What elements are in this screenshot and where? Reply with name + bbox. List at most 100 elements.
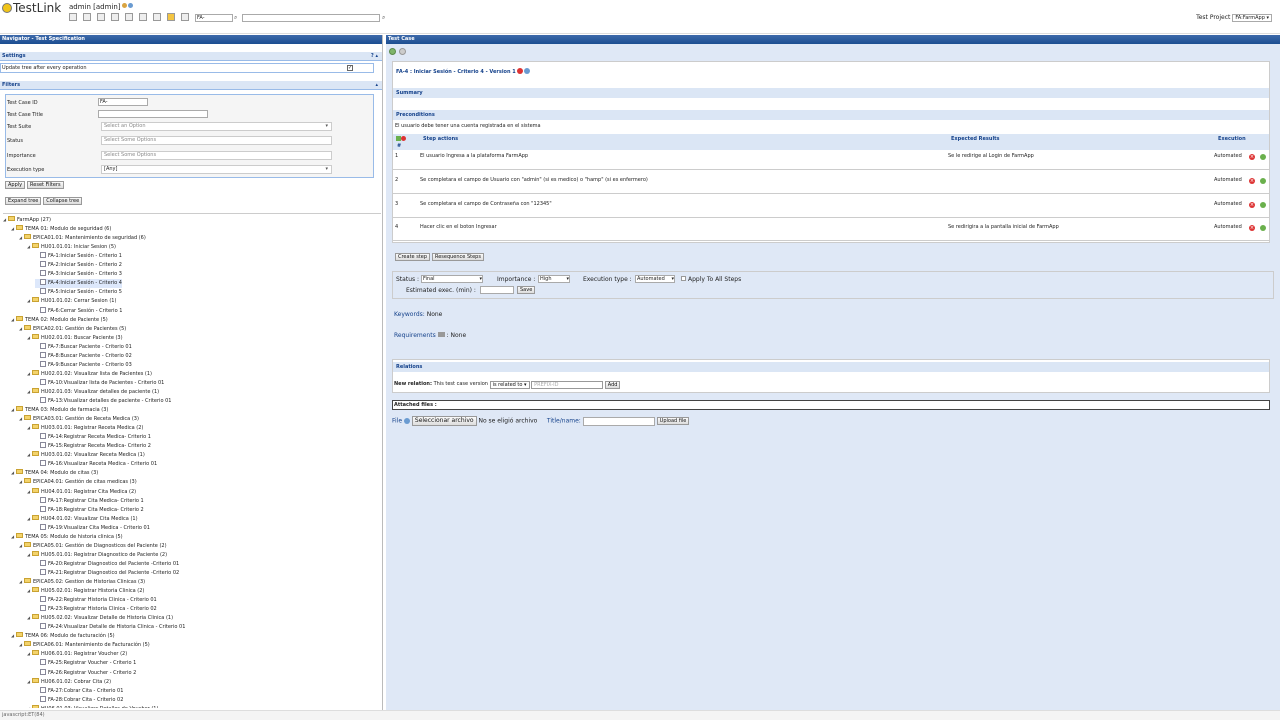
- title-name-input[interactable]: [582, 416, 655, 426]
- filters-header[interactable]: Filters ▴: [0, 81, 382, 90]
- tree-testcase[interactable]: FA-25:Registrar Voucher - Criterio 1: [35, 659, 136, 668]
- prefix-id-input[interactable]: PREFIX-ID: [531, 381, 604, 389]
- users-icon[interactable]: [153, 13, 161, 21]
- tree-folder[interactable]: ◢ EPICA06.01: Mantenimiento de Facturació…: [19, 641, 150, 650]
- tc-id-input[interactable]: FA-: [98, 98, 148, 106]
- tree-testcase[interactable]: FA-21:Registrar Diagnostico del Paciente…: [35, 568, 179, 578]
- tree-testcase[interactable]: FA-17:Registrar Cita Medica- Criterio 1: [35, 496, 144, 506]
- tree-folder[interactable]: ◢ EPICA04.01: Gestión de citas medicas (3…: [19, 478, 137, 487]
- tree-folder[interactable]: ◢ HU04.01.02: Visualizar Cita Medica (1): [27, 514, 138, 524]
- requirements-icon[interactable]: [83, 13, 91, 21]
- tree-folder[interactable]: ◢ HU04.01.01: Registrar Cita Medica (2): [27, 487, 136, 497]
- tree-testcase[interactable]: FA-18:Registrar Cita Medica- Criterio 2: [35, 505, 144, 515]
- resequence-steps-button[interactable]: Resequence Steps: [431, 253, 484, 261]
- tree-testcase[interactable]: FA-14:Registrar Receta Medica- Criterio …: [35, 433, 151, 442]
- tree-folder[interactable]: ◢ HU03.01.02: Visualizar Receta Medica (1…: [27, 451, 145, 460]
- tree-testcase[interactable]: FA-23:Registrar Historia Clinica - Crite…: [35, 605, 157, 614]
- tree-folder[interactable]: ◢ HU02.01.02: Visualizar lista de Pacient…: [27, 369, 152, 379]
- tc-search-input[interactable]: FA-: [195, 14, 233, 22]
- expand-tree-button[interactable]: Expand tree: [5, 197, 42, 205]
- exec-type-select[interactable]: [Any] ▾: [101, 165, 332, 174]
- reports-icon[interactable]: [139, 13, 147, 21]
- estimated-exec-input[interactable]: [480, 286, 514, 294]
- tree-folder[interactable]: ◢ EPICA01.01: Mantenimiento de seguridad …: [19, 234, 146, 243]
- tree-folder[interactable]: ◢ HU05.01.01: Registrar Diagnostico de Pa…: [27, 550, 167, 560]
- tree-testcase[interactable]: FA-3:Iniciar Sesión - Criterio 3: [35, 270, 122, 279]
- settings-header[interactable]: Settings ? ▴: [0, 52, 382, 61]
- tree-testcase[interactable]: FA-28:Cobrar Cita - Criterio 02: [35, 695, 123, 705]
- tree-testcase[interactable]: FA-26:Registrar Voucher - Criterio 2: [35, 668, 136, 678]
- step-row[interactable]: 2 Se completara el campo de Usuario con "…: [393, 174, 1269, 194]
- tree-testcase[interactable]: FA-24:Visualizar Detalle de Historia Cli…: [35, 623, 185, 632]
- delete-step-icon[interactable]: ×: [1249, 154, 1255, 160]
- reset-filters-button[interactable]: Reset Filters: [27, 181, 64, 189]
- tree-folder[interactable]: ◢ TEMA 04: Modulo de citas (3): [11, 469, 98, 478]
- search-icon[interactable]: ⌕: [234, 14, 237, 22]
- tree-folder[interactable]: ◢ TEMA 01: Modulo de seguridad (6): [11, 225, 111, 234]
- apply-button[interactable]: Apply: [5, 181, 26, 189]
- events-icon[interactable]: [167, 13, 175, 21]
- tree-folder[interactable]: ◢ HU05.02.01: Registrar Historia Clinica …: [27, 587, 144, 596]
- choose-file-button[interactable]: Seleccionar archivo: [411, 416, 477, 426]
- collapse-filters-icon[interactable]: ▴: [375, 81, 378, 90]
- tree-folder[interactable]: ◢ HU06.01.02: Cobrar Cita (2): [27, 677, 111, 687]
- tree-folder[interactable]: ◢ TEMA 03: Modulo de farmacia (3): [11, 406, 108, 415]
- tree-testcase[interactable]: FA-27:Cobrar Cita - Criterio 01: [35, 686, 123, 696]
- tree-folder[interactable]: ◢ EPICA02.01: Gestión de Pacientes (5): [19, 324, 126, 334]
- tree-folder[interactable]: ◢ HU05.02.02: Visualizar Detalle de Histo…: [27, 614, 173, 623]
- delete-step-icon[interactable]: ×: [1249, 178, 1255, 184]
- tree-folder[interactable]: ◢HU06.01.03: Visualizar Detalles de Vouc…: [27, 704, 158, 708]
- tree-folder[interactable]: ◢ TEMA 06: Modulo de facturación (5): [11, 632, 115, 641]
- create-step-button[interactable]: Create step: [395, 253, 431, 261]
- test-spec-icon[interactable]: [97, 13, 105, 21]
- forward-icon[interactable]: [399, 48, 406, 55]
- delete-step-icon[interactable]: ×: [1249, 202, 1255, 208]
- tree-testcase[interactable]: FA-8:Buscar Paciente - Criterio 02: [35, 351, 132, 361]
- importance-select[interactable]: Select Some Options: [101, 151, 332, 160]
- step-row[interactable]: 3 Se completara el campo de Contraseña co…: [393, 198, 1269, 218]
- step-row[interactable]: 1 El usuario Ingresa a la plataforma Farm…: [393, 150, 1269, 170]
- delete-step-icon[interactable]: ×: [1249, 225, 1255, 231]
- tree-folder[interactable]: ◢ HU01.01.01: Iniciar Sesion (5): [27, 243, 116, 252]
- insert-step-icon[interactable]: [1260, 225, 1266, 231]
- status-attr-select[interactable]: Final ▾: [421, 275, 483, 283]
- tree-testcase[interactable]: FA-13:Visualizar detalles de paciente - …: [35, 397, 171, 406]
- logout-icon[interactable]: [128, 3, 133, 8]
- exec-type-attr-select[interactable]: Automated ▾: [635, 275, 675, 283]
- add-relation-button[interactable]: Add: [604, 381, 621, 389]
- insert-step-icon[interactable]: [1260, 202, 1266, 208]
- info-icon[interactable]: [523, 68, 530, 74]
- fulltext-search-icon[interactable]: ⌕: [382, 14, 385, 22]
- tree-folder[interactable]: ◢ FarmApp (27): [3, 216, 51, 225]
- tree-testcase[interactable]: FA-5:Iniciar Sesión - Criterio 5: [35, 288, 122, 297]
- relation-type-select[interactable]: is related to ▾: [489, 381, 530, 389]
- tree-testcase[interactable]: FA-1:Iniciar Sesión - Criterio 1: [35, 252, 122, 261]
- tree-folder[interactable]: ◢ HU01.01.02: Cerrar Sesion (1): [27, 297, 116, 306]
- insert-step-icon[interactable]: [1260, 154, 1266, 160]
- apply-all-checkbox[interactable]: [681, 276, 686, 281]
- tree-folder[interactable]: ◢ HU02.01.03: Visualizar detalles de paci…: [27, 387, 159, 397]
- tree-folder[interactable]: ◢ EPICA05.02: Gestion de Historias Clinic…: [19, 578, 145, 587]
- importance-attr-select[interactable]: High ▾: [538, 275, 570, 283]
- execution-icon[interactable]: [125, 13, 133, 21]
- tree-folder[interactable]: ◢ EPICA05.01: Gestión de Diagnosticos del…: [19, 541, 167, 551]
- apply-all-steps[interactable]: Apply To All Steps: [681, 276, 741, 283]
- tree-testcase[interactable]: FA-9:Buscar Paciente - Criterio 03: [35, 360, 132, 370]
- user-profile-icon[interactable]: [122, 3, 127, 8]
- settings-icon[interactable]: [181, 13, 189, 21]
- desktop-icon[interactable]: [69, 13, 77, 21]
- tree-testcase[interactable]: FA-19:Visualizar Cita Medica - Criterio …: [35, 523, 150, 533]
- tree-testcase[interactable]: FA-22:Registrar Historia Clinica - Crite…: [35, 596, 157, 605]
- back-icon[interactable]: [389, 48, 396, 55]
- settings-tools-icon[interactable]: ? ▴: [371, 52, 378, 61]
- tree-testcase[interactable]: FA-7:Buscar Paciente - Criterio 01: [35, 342, 132, 352]
- suite-select[interactable]: Select an Option ▾: [101, 122, 332, 131]
- tc-title-input[interactable]: [98, 110, 208, 118]
- tree-testcase[interactable]: FA-10:Visualizar lista de Pacientes - Cr…: [35, 378, 164, 388]
- test-project-select[interactable]: FA:FarmApp ▾: [1232, 14, 1272, 22]
- collapse-tree-button[interactable]: Collapse tree: [43, 197, 83, 205]
- save-button[interactable]: Save: [517, 286, 536, 294]
- tree-testcase[interactable]: FA-15:Registrar Receta Medica- Criterio …: [35, 442, 151, 451]
- robot-icon[interactable]: [516, 68, 523, 74]
- upload-file-button[interactable]: Upload file: [656, 417, 690, 425]
